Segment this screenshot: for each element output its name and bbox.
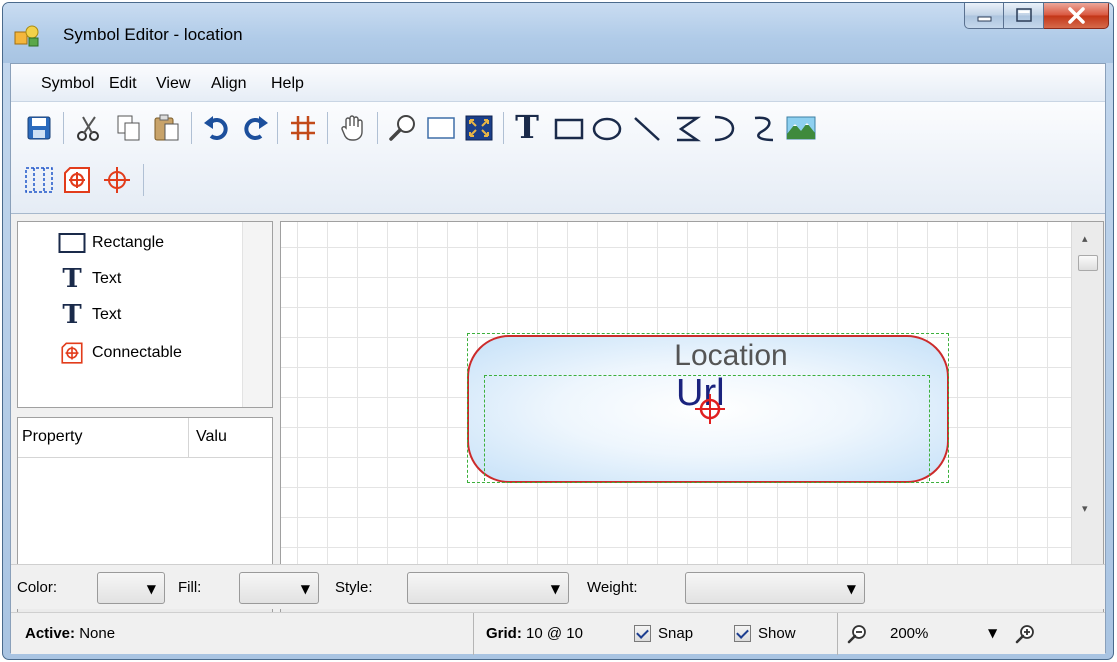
grid-icon[interactable] <box>287 112 319 144</box>
weight-dropdown[interactable]: ▼ <box>685 572 865 604</box>
show-label: Show <box>758 625 796 642</box>
menu-align[interactable]: Align <box>211 75 247 93</box>
zoom-in-icon[interactable] <box>1014 623 1036 645</box>
frame-icon[interactable] <box>23 164 55 196</box>
window-content: Symbol Edit View Align Help T Rectangle … <box>10 63 1107 655</box>
tree-item-connectable[interactable]: Connectable <box>58 338 182 368</box>
undo-icon[interactable] <box>201 112 233 144</box>
copy-icon[interactable] <box>113 112 145 144</box>
active-label: Active: <box>25 625 76 642</box>
color-dropdown[interactable]: ▼ <box>97 572 165 604</box>
color-label: Color: <box>17 579 58 596</box>
dropdown-arrow-icon: ▼ <box>300 582 310 596</box>
polyline-tool-icon[interactable] <box>671 112 703 144</box>
snap-label: Snap <box>658 625 694 642</box>
symbol-title-text[interactable]: Location <box>611 339 851 373</box>
connectable-icon <box>61 342 83 364</box>
tree-item-label: Text <box>92 270 122 287</box>
fill-label: Fill: <box>178 579 202 596</box>
toolbar: T <box>11 102 1105 214</box>
tree-item-text[interactable]: T Text <box>58 300 121 330</box>
text-icon: T <box>62 264 82 294</box>
element-tree: Rectangle T Text T Text Connectable <box>17 221 273 408</box>
scroll-up-icon[interactable]: ▴ <box>1082 232 1088 245</box>
grid-label: Grid: <box>486 625 522 642</box>
menu-symbol[interactable]: Symbol <box>41 75 94 93</box>
menu-view[interactable]: View <box>156 75 190 93</box>
title-bar[interactable]: Symbol Editor - location <box>3 3 1113 63</box>
zoom-status: 200% ▼ <box>837 613 1107 655</box>
workspace: Rectangle T Text T Text Connectable Prop… <box>17 221 1104 614</box>
grid-status: Grid: 10 @ 10 Snap Show <box>473 613 829 655</box>
style-label: Style: <box>335 579 373 596</box>
fill-dropdown[interactable]: ▼ <box>239 572 319 604</box>
grid-value: 10 @ 10 <box>526 625 583 642</box>
window-title: Symbol Editor - location <box>63 25 243 44</box>
show-checkbox[interactable] <box>734 625 751 642</box>
tree-item-rectangle[interactable]: Rectangle <box>58 228 164 258</box>
drawing-canvas[interactable]: Location Url ▴ ▾ ◂ ▸ <box>280 221 1104 614</box>
tree-item-label: Rectangle <box>92 234 165 251</box>
style-toolbar: Color: ▼ Fill: ▼ Style: ▼ Weight: ▼ <box>11 564 1105 609</box>
ellipse-tool-icon[interactable] <box>591 112 623 144</box>
redo-icon[interactable] <box>239 112 271 144</box>
line-tool-icon[interactable] <box>631 112 663 144</box>
dropdown-arrow-icon: ▼ <box>846 582 856 596</box>
menu-edit[interactable]: Edit <box>109 75 137 93</box>
property-table-header: Property Valu <box>18 418 272 458</box>
weight-label: Weight: <box>587 579 638 596</box>
tree-item-label: Text <box>92 306 122 323</box>
fit-icon[interactable] <box>463 112 495 144</box>
status-bar: Active: None Grid: 10 @ 10 Snap Show 200… <box>11 612 1107 655</box>
curve-tool-icon[interactable] <box>747 112 779 144</box>
maximize-button[interactable] <box>1004 3 1044 29</box>
scroll-down-icon[interactable]: ▾ <box>1082 502 1088 515</box>
text-tool-icon[interactable]: T <box>511 110 543 144</box>
zoom-value[interactable]: 200% <box>890 625 928 642</box>
zoom-out-icon[interactable] <box>846 623 868 645</box>
pan-hand-icon[interactable] <box>337 112 369 144</box>
style-dropdown[interactable]: ▼ <box>407 572 569 604</box>
app-icon <box>14 25 39 47</box>
menu-help[interactable]: Help <box>271 75 304 93</box>
column-header-property[interactable]: Property <box>22 428 82 446</box>
minimize-icon <box>977 16 992 22</box>
zoom-dropdown-arrow-icon[interactable]: ▼ <box>988 626 997 640</box>
scroll-thumb[interactable] <box>1078 255 1098 271</box>
maximize-icon <box>1016 8 1032 22</box>
save-icon[interactable] <box>23 112 55 144</box>
column-header-value[interactable]: Valu <box>196 428 227 446</box>
paste-icon[interactable] <box>151 112 183 144</box>
canvas-vscrollbar[interactable]: ▴ ▾ <box>1071 222 1103 582</box>
dropdown-arrow-icon: ▼ <box>550 582 560 596</box>
close-button[interactable] <box>1044 3 1109 29</box>
text-icon: T <box>62 300 82 330</box>
close-icon <box>1068 7 1085 24</box>
anchor-icon[interactable] <box>101 164 133 196</box>
zoom-rect-icon[interactable] <box>425 112 457 144</box>
active-value: None <box>79 625 116 642</box>
connection-point-icon[interactable] <box>693 392 727 426</box>
dropdown-arrow-icon: ▼ <box>146 582 156 596</box>
cut-icon[interactable] <box>73 112 105 144</box>
rectangle-icon <box>58 233 86 253</box>
grid-text: Grid: 10 @ 10 <box>486 625 583 642</box>
rectangle-tool-icon[interactable] <box>553 112 585 144</box>
tree-item-text[interactable]: T Text <box>58 264 121 294</box>
menu-bar: Symbol Edit View Align Help <box>11 64 1105 102</box>
tree-scrollbar[interactable] <box>242 222 272 407</box>
active-status: Active: None <box>25 625 115 642</box>
zoom-icon[interactable] <box>387 112 419 144</box>
tree-item-label: Connectable <box>92 344 182 361</box>
snap-checkbox[interactable] <box>634 625 651 642</box>
arc-tool-icon[interactable] <box>709 112 741 144</box>
symbol-editor-window: Symbol Editor - location Symbol Edit Vie… <box>2 2 1114 660</box>
connectable-icon[interactable] <box>61 164 93 196</box>
minimize-button[interactable] <box>964 3 1004 29</box>
image-tool-icon[interactable] <box>785 112 817 144</box>
